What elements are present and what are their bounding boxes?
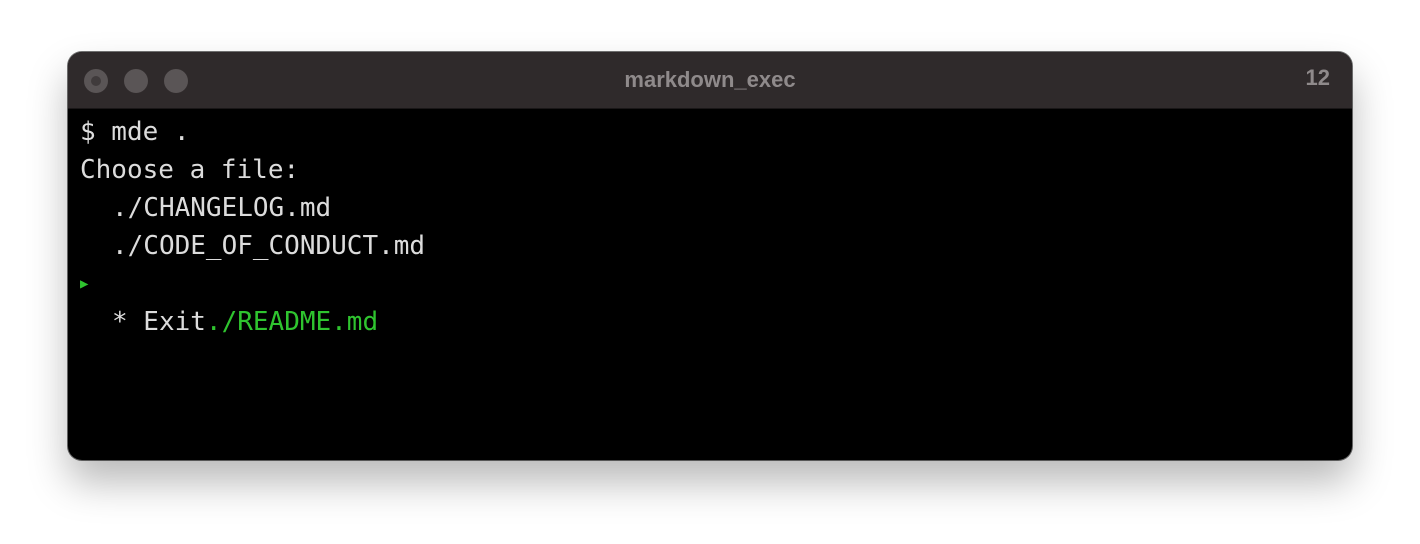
menu-option-code-of-conduct[interactable]: ./CODE_OF_CONDUCT.md bbox=[80, 227, 1340, 265]
terminal-window: markdown_exec 12 $ mde . Choose a file: … bbox=[68, 52, 1352, 460]
window-count: 12 bbox=[1305, 65, 1330, 90]
menu-option-readme[interactable]: ▶ ./README.md bbox=[80, 265, 1340, 337]
menu-option-changelog[interactable]: ./CHANGELOG.md bbox=[80, 189, 1340, 227]
terminal-output[interactable]: $ mde . Choose a file: ./CHANGELOG.md ./… bbox=[80, 113, 1340, 341]
command-line: $ mde . bbox=[80, 117, 190, 147]
choose-prompt: Choose a file: bbox=[80, 155, 300, 185]
menu-option-label: ./README.md bbox=[205, 307, 379, 337]
triangle-right-icon: ▶ bbox=[80, 276, 89, 292]
title-bar: markdown_exec 12 bbox=[68, 52, 1352, 109]
window-title: markdown_exec bbox=[624, 67, 796, 92]
